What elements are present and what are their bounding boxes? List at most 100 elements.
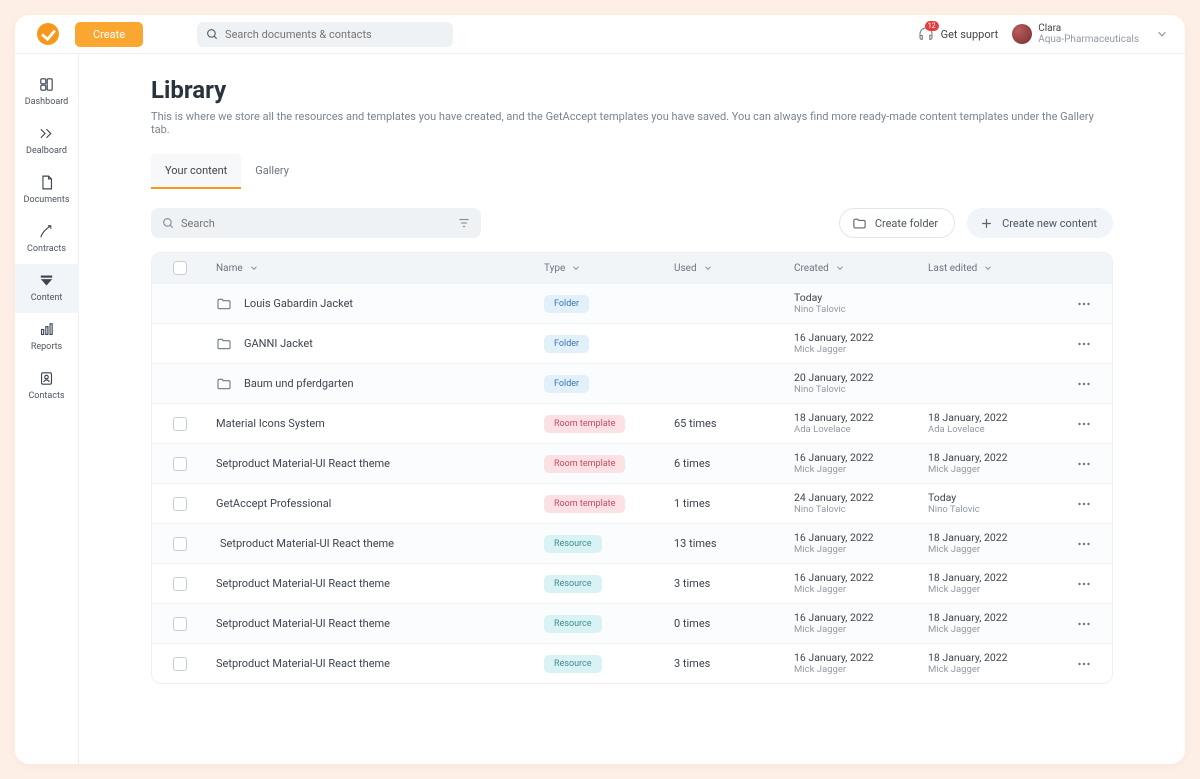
select-all-checkbox[interactable]	[173, 261, 187, 275]
table-row[interactable]: Louis Gabardin JacketFolderTodayNino Tal…	[152, 283, 1112, 323]
create-button[interactable]: Create	[75, 22, 143, 47]
user-menu[interactable]: Clara Aqua-Pharmaceuticals	[1012, 23, 1169, 45]
tab-your-content[interactable]: Your content	[151, 154, 241, 189]
sidebar-item-reports[interactable]: Reports	[15, 313, 79, 362]
row-used: 6 times	[674, 457, 794, 470]
row-actions[interactable]	[1062, 615, 1106, 633]
filter-icon[interactable]	[457, 216, 471, 230]
sidebar-item-content[interactable]: Content	[15, 264, 79, 313]
row-checkbox[interactable]	[173, 417, 187, 431]
row-name: Setproduct Material-UI React theme	[216, 657, 390, 670]
col-used[interactable]: Used	[674, 263, 794, 274]
table-row[interactable]: GANNI JacketFolder16 January, 2022Mick J…	[152, 323, 1112, 363]
folder-icon	[216, 336, 232, 352]
type-badge: Resource	[544, 575, 602, 593]
row-actions[interactable]	[1062, 455, 1106, 473]
get-support-button[interactable]: 12 Get support	[917, 25, 999, 43]
search-icon	[205, 27, 219, 41]
table-row[interactable]: Setproduct Material-UI React themeRoom t…	[152, 443, 1112, 483]
row-created-by: Ada Lovelace	[794, 424, 928, 435]
row-name: Baum und pferdgarten	[244, 377, 354, 390]
row-checkbox[interactable]	[173, 537, 187, 551]
row-used: 13 times	[674, 537, 794, 550]
table-row[interactable]: Setproduct Material-UI React theme Resour…	[152, 563, 1112, 603]
row-edited-by: Mick Jagger	[928, 624, 1062, 635]
row-actions[interactable]	[1062, 575, 1106, 593]
row-actions[interactable]	[1062, 375, 1106, 393]
row-edited-date: 18 January, 2022	[928, 612, 1062, 625]
sidebar-item-dealboard[interactable]: Dealboard	[15, 117, 79, 166]
sidebar-item-contacts[interactable]: Contacts	[15, 362, 79, 411]
row-checkbox[interactable]	[173, 577, 187, 591]
row-edited-date: 18 January, 2022	[928, 652, 1062, 665]
row-checkbox[interactable]	[173, 457, 187, 471]
row-name: Setproduct Material-UI React theme	[216, 617, 390, 630]
table-row[interactable]: GetAccept ProfessionalRoom template1 tim…	[152, 483, 1112, 523]
row-created-date: 16 January, 2022	[794, 652, 928, 665]
row-actions[interactable]	[1062, 295, 1106, 313]
row-checkbox[interactable]	[173, 497, 187, 511]
content-search[interactable]	[151, 208, 481, 238]
row-actions[interactable]	[1062, 655, 1106, 673]
row-name: Setproduct Material-UI React theme	[216, 577, 390, 590]
more-icon	[1075, 535, 1093, 553]
row-actions[interactable]	[1062, 415, 1106, 433]
more-icon	[1075, 375, 1093, 393]
row-checkbox[interactable]	[173, 617, 187, 631]
sidebar-item-documents[interactable]: Documents	[15, 166, 79, 215]
row-edited-date: 18 January, 2022	[928, 452, 1062, 465]
table-row[interactable]: Setproduct Material-UI React theme Resour…	[152, 603, 1112, 643]
col-edited[interactable]: Last edited	[928, 263, 1062, 274]
plus-icon	[979, 216, 994, 231]
sidebar-item-dashboard[interactable]: Dashboard	[15, 68, 79, 117]
global-search-input[interactable]	[225, 28, 445, 41]
search-icon	[161, 216, 175, 230]
type-badge: Folder	[544, 295, 589, 313]
row-created-by: Mick Jagger	[794, 664, 928, 675]
folder-icon	[216, 376, 232, 392]
col-type[interactable]: Type	[544, 263, 674, 274]
type-badge: Resource	[544, 655, 602, 673]
row-actions[interactable]	[1062, 335, 1106, 353]
row-edited-by: Nino Talovic	[928, 504, 1062, 515]
chevron-down-icon	[983, 263, 993, 273]
chevron-down-icon	[571, 263, 581, 273]
avatar	[1012, 24, 1032, 44]
row-created-date: 16 January, 2022	[794, 612, 928, 625]
col-created[interactable]: Created	[794, 263, 928, 274]
row-created-date: 16 January, 2022	[794, 332, 928, 345]
support-badge: 12	[925, 21, 939, 31]
table-row[interactable]: Setproduct Material-UI React themeResour…	[152, 523, 1112, 563]
more-icon	[1075, 575, 1093, 593]
more-icon	[1075, 495, 1093, 513]
row-used: 1 times	[674, 497, 794, 510]
table-row[interactable]: Material Icons SystemRoom template65 tim…	[152, 403, 1112, 443]
type-badge: Folder	[544, 375, 589, 393]
more-icon	[1075, 415, 1093, 433]
row-actions[interactable]	[1062, 535, 1106, 553]
create-folder-button[interactable]: Create folder	[839, 208, 955, 238]
content-toolbar: Create folder Create new content	[151, 208, 1113, 238]
tab-gallery[interactable]: Gallery	[241, 154, 303, 189]
app-window: Create 12 Get support Clara Aqua-Pharmac…	[15, 15, 1185, 764]
row-actions[interactable]	[1062, 495, 1106, 513]
topbar: Create 12 Get support Clara Aqua-Pharmac…	[15, 15, 1185, 54]
row-checkbox[interactable]	[173, 657, 187, 671]
row-created-date: 16 January, 2022	[794, 452, 928, 465]
page-title: Library	[151, 76, 1113, 104]
contacts-icon	[38, 370, 55, 387]
create-content-button[interactable]: Create new content	[967, 208, 1113, 238]
type-badge: Resource	[544, 615, 602, 633]
col-name[interactable]: Name	[202, 263, 544, 274]
global-search[interactable]	[197, 22, 453, 47]
table-row[interactable]: Setproduct Material-UI React theme Resour…	[152, 643, 1112, 683]
row-created-by: Nino Talovic	[794, 304, 928, 315]
row-edited-by: Mick Jagger	[928, 584, 1062, 595]
main-content: Library This is where we store all the r…	[79, 54, 1185, 764]
sidebar-item-contracts[interactable]: Contracts	[15, 215, 79, 264]
get-support-label: Get support	[941, 28, 999, 41]
sidebar-item-label: Dealboard	[26, 146, 67, 156]
table-row[interactable]: Baum und pferdgartenFolder20 January, 20…	[152, 363, 1112, 403]
content-search-input[interactable]	[181, 217, 457, 230]
row-name: Setproduct Material-UI React theme	[220, 537, 394, 550]
